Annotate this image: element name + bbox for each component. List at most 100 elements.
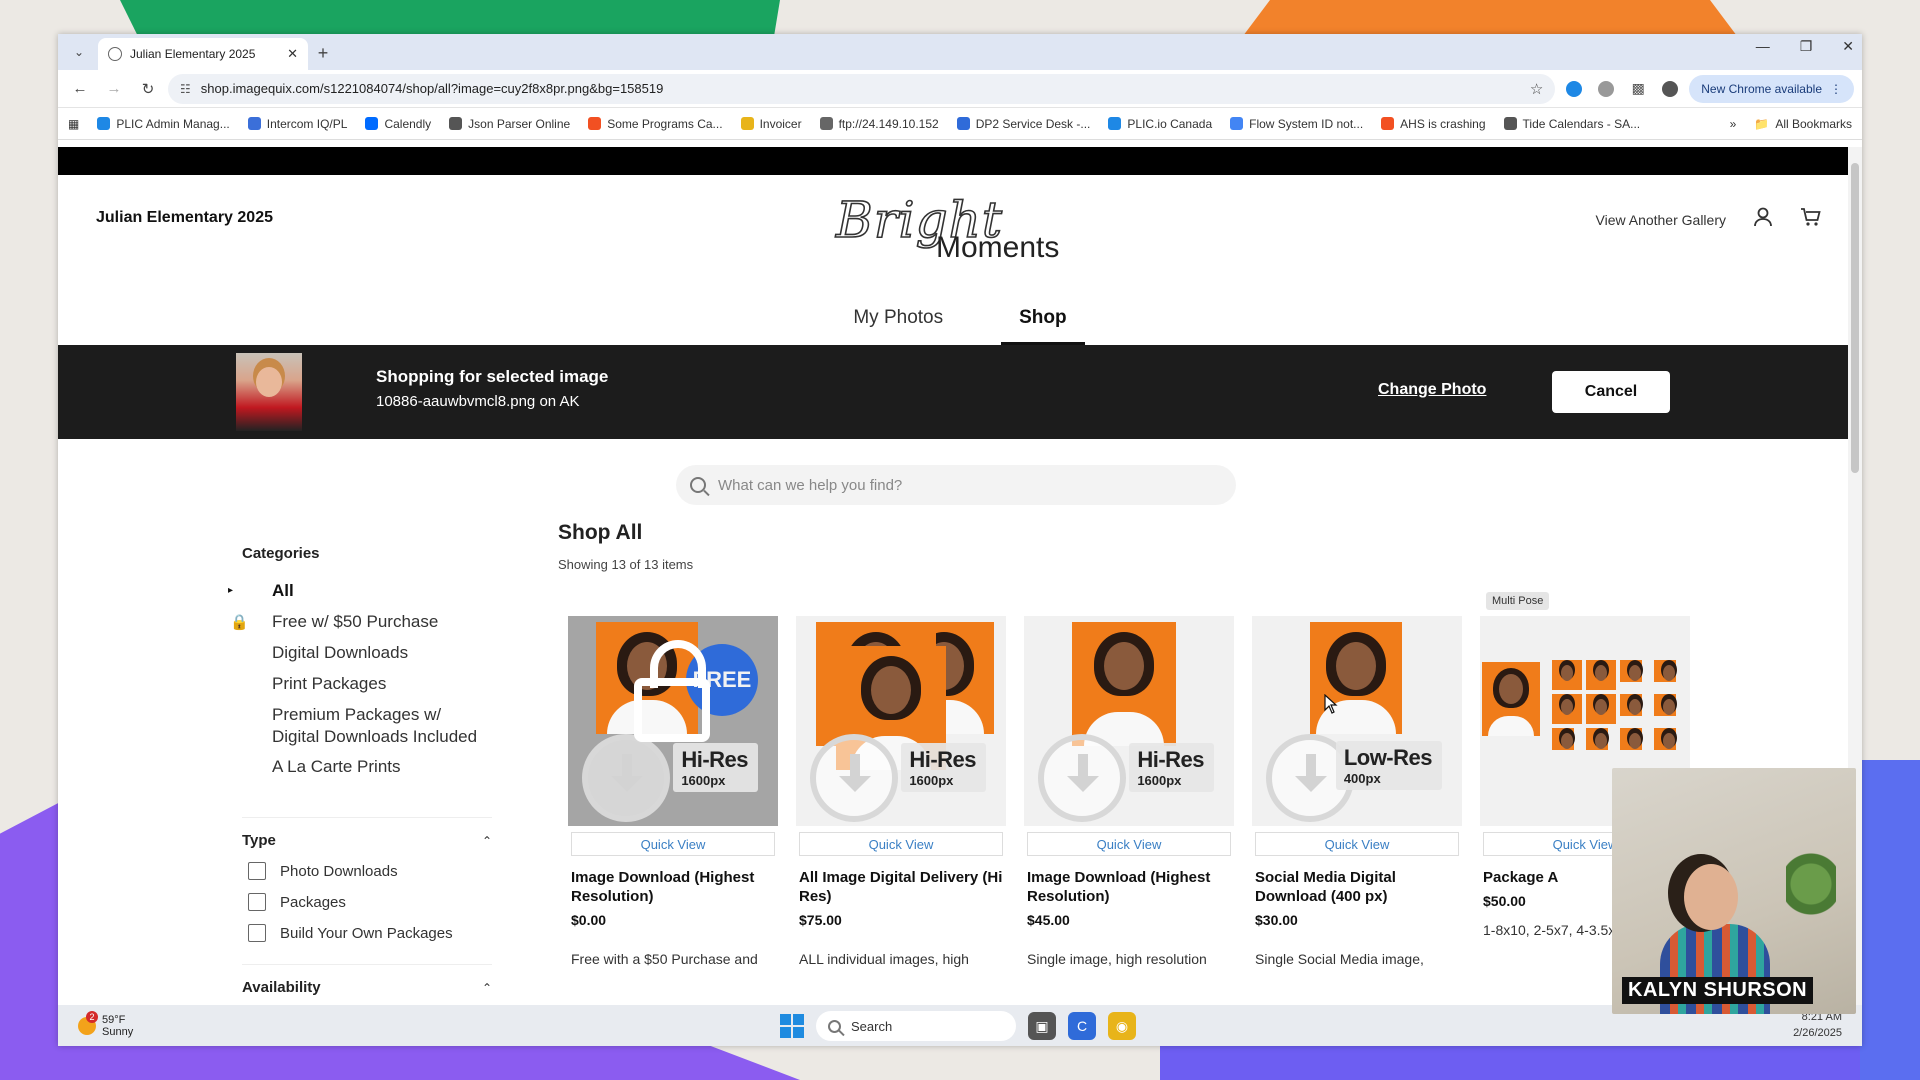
page-title: Shop All — [558, 521, 643, 544]
product-name[interactable]: All Image Digital Delivery (Hi Res) — [796, 868, 1006, 906]
close-window-icon[interactable]: ✕ — [1842, 38, 1854, 55]
bookmark-item[interactable]: AHS is crashing — [1381, 116, 1486, 131]
reload-icon[interactable]: ↻ — [134, 75, 162, 103]
product-image[interactable]: Low-Res 400px — [1252, 616, 1462, 826]
type-filter-header[interactable]: Type ⌃ — [242, 817, 492, 849]
profile-avatar[interactable] — [1657, 76, 1683, 102]
view-another-gallery-link[interactable]: View Another Gallery — [1596, 212, 1726, 228]
plant-background — [1786, 848, 1836, 938]
filter-sidebar: Categories ▸ All 🔒 Free w/ $50 Purchase Di… — [228, 545, 502, 996]
category-free-with-purchase[interactable]: 🔒 Free w/ $50 Purchase — [230, 611, 502, 642]
main-nav: My Photos Shop — [58, 287, 1862, 345]
category-digital-downloads[interactable]: Digital Downloads — [242, 642, 502, 673]
bookmark-favicon — [1381, 117, 1395, 130]
checkbox[interactable] — [248, 893, 266, 911]
windows-start-icon[interactable] — [780, 1014, 804, 1038]
forward-icon[interactable]: → — [100, 75, 128, 103]
tab-my-photos[interactable]: My Photos — [835, 287, 961, 345]
scrollbar-thumb[interactable] — [1851, 163, 1859, 473]
product-card[interactable]: Low-Res 400px Quick View Social Media Dig… — [1252, 616, 1462, 969]
quick-view-button[interactable]: Quick View — [571, 832, 775, 856]
category-list: ▸ All 🔒 Free w/ $50 Purchase Digital Downl… — [228, 580, 502, 787]
product-card[interactable]: FREE Hi-Res 1600px Quick View Image Downl… — [568, 616, 778, 969]
browser-toolbar: ← → ↻ ☷ shop.imagequix.com/s1221084074/s… — [58, 70, 1862, 108]
change-photo-link[interactable]: Change Photo — [1378, 381, 1486, 399]
bookmark-item[interactable]: Invoicer — [740, 117, 802, 131]
type-option[interactable]: Packages — [242, 893, 502, 911]
browser-tab[interactable]: Julian Elementary 2025 ✕ — [98, 38, 308, 70]
quick-view-button[interactable]: Quick View — [799, 832, 1003, 856]
chevron-up-icon[interactable]: ⌃ — [482, 981, 492, 995]
url-text[interactable]: shop.imagequix.com/s1221084074/shop/all?… — [201, 81, 1520, 96]
more-menu-icon[interactable]: ⋮ — [1830, 82, 1842, 96]
category-all[interactable]: ▸ All — [228, 580, 502, 611]
tab-search-dropdown-icon[interactable]: ⌄ — [64, 37, 94, 67]
site-info-icon[interactable]: ☷ — [180, 82, 191, 96]
category-print-packages[interactable]: Print Packages — [242, 673, 502, 704]
result-count: Showing 13 of 13 items — [558, 557, 694, 572]
type-option[interactable]: Photo Downloads — [242, 862, 502, 880]
extension-icon-blue[interactable] — [1561, 76, 1587, 102]
product-image[interactable]: Hi-Res 1600px — [1024, 616, 1234, 826]
bookmark-item[interactable]: Calendly — [365, 117, 431, 131]
extensions-puzzle-icon[interactable]: ▩ — [1625, 76, 1651, 102]
bookmark-item[interactable]: Tide Calendars - SA... — [1503, 117, 1640, 131]
close-tab-icon[interactable]: ✕ — [287, 46, 298, 62]
bookmark-item[interactable]: PLIC.io Canada — [1108, 117, 1212, 131]
logo-sub-text: Moments — [936, 231, 1060, 264]
category-premium-packages[interactable]: Premium Packages w/ Digital Downloads In… — [242, 704, 492, 756]
site-top-strip — [58, 147, 1862, 175]
product-description: Single Social Media image, — [1255, 951, 1424, 967]
bookmark-item[interactable]: Json Parser Online — [449, 117, 570, 131]
availability-filter-header[interactable]: Availability ⌃ — [242, 964, 492, 996]
taskbar-search[interactable]: Search — [816, 1011, 1016, 1041]
type-option[interactable]: Build Your Own Packages — [242, 924, 502, 942]
new-chrome-button[interactable]: New Chrome available ⋮ — [1689, 74, 1854, 103]
all-bookmarks-button[interactable]: 📁 All Bookmarks — [1754, 117, 1852, 131]
bookmark-item[interactable]: Some Programs Ca... — [588, 117, 723, 131]
quick-view-button[interactable]: Quick View — [1027, 832, 1231, 856]
bookmark-item[interactable]: DP2 Service Desk -... — [956, 117, 1090, 131]
weather-widget[interactable]: 2 59°F Sunny — [78, 1010, 133, 1038]
bookmark-item[interactable]: Intercom IQ/PL — [247, 117, 347, 131]
product-card[interactable]: Hi-Res 1600px Quick View Image Download (… — [1024, 616, 1234, 969]
bookmark-star-icon[interactable]: ☆ — [1530, 80, 1543, 98]
tab-shop[interactable]: Shop — [1001, 287, 1085, 345]
portrait-thumbnail — [1310, 622, 1402, 734]
minimize-icon[interactable]: — — [1756, 38, 1770, 55]
bookmark-item[interactable]: PLIC Admin Manag... — [97, 117, 230, 131]
apps-grid-icon[interactable]: ▦ — [68, 117, 79, 131]
chevron-up-icon[interactable]: ⌃ — [482, 834, 492, 848]
product-image[interactable]: FREE Hi-Res 1600px — [568, 616, 778, 826]
product-name[interactable]: Image Download (Highest Resolution) — [568, 868, 778, 906]
product-name[interactable]: Social Media Digital Download (400 px) — [1252, 868, 1462, 906]
back-icon[interactable]: ← — [66, 75, 94, 103]
bookmark-label: AHS is crashing — [1400, 116, 1486, 131]
product-card[interactable]: Hi-Res 1600px Quick View All Image Digita… — [796, 616, 1006, 969]
search-input[interactable]: What can we help you find? — [676, 465, 1236, 505]
bookmark-item[interactable]: ftp://24.149.10.152 — [819, 117, 939, 131]
bookmark-label: Json Parser Online — [468, 116, 571, 131]
product-image[interactable]: Hi-Res 1600px — [796, 616, 1006, 826]
cancel-button[interactable]: Cancel — [1552, 371, 1670, 413]
task-view-icon[interactable]: ▣ — [1028, 1012, 1056, 1040]
more-bookmarks-icon[interactable]: » — [1730, 117, 1737, 131]
bookmark-item[interactable]: Flow System ID not... — [1230, 117, 1363, 131]
product-name[interactable]: Image Download (Highest Resolution) — [1024, 868, 1234, 906]
bright-moments-logo[interactable]: Bright Moments — [835, 190, 1086, 271]
lock-icon — [634, 640, 710, 742]
category-a-la-carte[interactable]: A La Carte Prints — [242, 756, 502, 787]
product-description: Single image, high resolution — [1027, 951, 1207, 967]
quick-view-button[interactable]: Quick View — [1255, 832, 1459, 856]
gallery-name: Julian Elementary 2025 — [96, 209, 273, 226]
shopping-cart-icon[interactable] — [1800, 207, 1822, 232]
new-tab-icon[interactable]: + — [308, 38, 338, 68]
checkbox[interactable] — [248, 924, 266, 942]
restore-icon[interactable]: ❐ — [1800, 38, 1813, 55]
address-bar[interactable]: ☷ shop.imagequix.com/s1221084074/shop/al… — [168, 73, 1556, 104]
app-c-icon[interactable]: C — [1068, 1012, 1096, 1040]
checkbox[interactable] — [248, 862, 266, 880]
user-account-icon[interactable] — [1754, 207, 1772, 232]
chrome-icon[interactable]: ◉ — [1108, 1012, 1136, 1040]
extension-icon-grey[interactable] — [1593, 76, 1619, 102]
